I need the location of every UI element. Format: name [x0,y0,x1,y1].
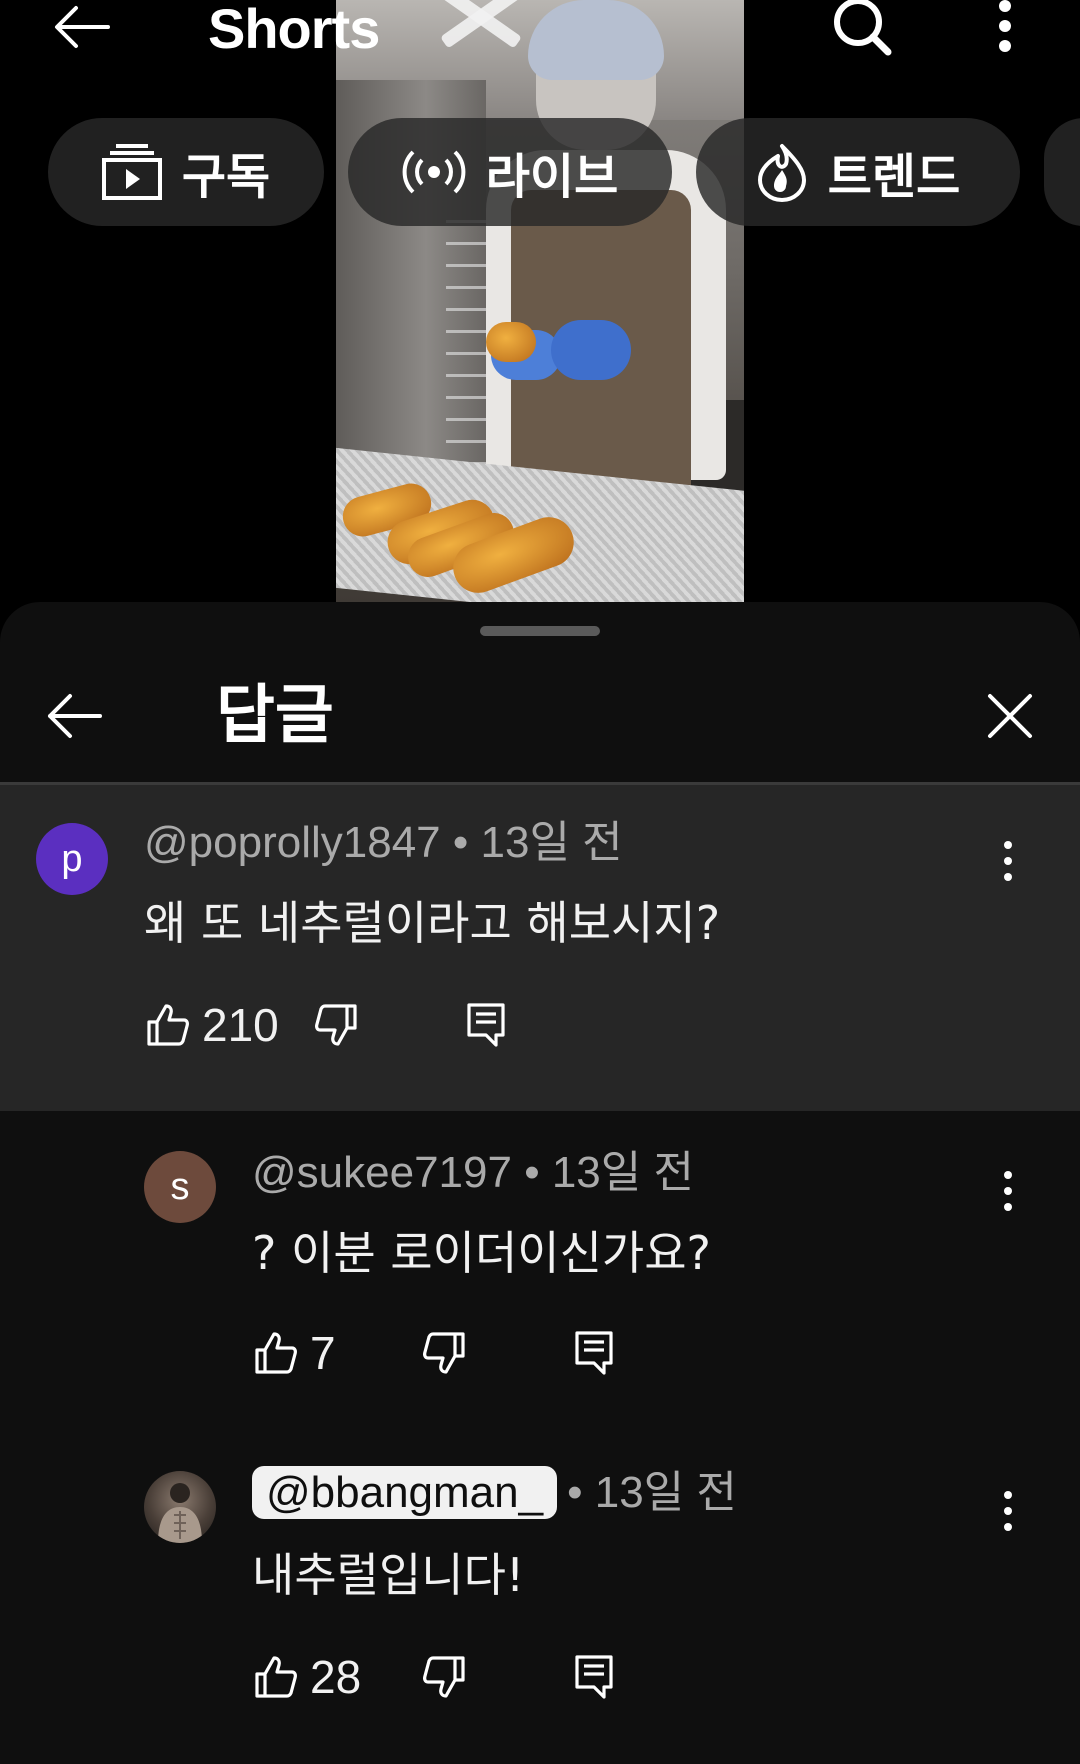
comment-actions: 210 [146,995,1046,1055]
comment-text: ? 이분 로이더이신가요? [252,1226,711,1280]
thumbs-down-icon [423,1332,465,1374]
comment-time: • 13일 전 [524,1148,694,1197]
creator-handle-badge[interactable]: @bbangman_ [252,1466,558,1519]
like-count: 7 [310,1327,336,1379]
like-button[interactable]: 7 [254,1323,336,1383]
comment-actions: 7 [254,1323,1054,1383]
reply-icon [467,1003,505,1047]
thumbs-up-icon [147,1004,189,1046]
thumbs-down-icon [423,1656,465,1698]
reply-icon [575,1331,613,1375]
video-glove [551,320,631,380]
drag-handle[interactable] [480,626,600,636]
sheet-header: 답글 [0,662,1080,782]
chip-label: 라이브 [485,149,619,205]
arrow-left-icon [48,694,102,738]
comment-more-button[interactable] [996,1161,1020,1221]
reply-comment: @bbangman_ • 13일 전 내추럴입니다! 28 [0,1431,1080,1761]
back-button[interactable] [52,2,112,52]
more-vert-icon [999,0,1011,52]
close-icon [988,694,1032,738]
thumbs-down-icon [315,1004,357,1046]
comment-time: • 13일 전 [452,818,623,867]
video-bread [486,322,536,362]
comment-meta: @bbangman_ • 13일 전 [252,1466,737,1519]
thumbs-up-icon [255,1332,297,1374]
comment-more-button[interactable] [996,831,1020,891]
more-vert-icon [1004,1491,1012,1531]
more-vert-icon [1004,1171,1012,1211]
live-icon [402,150,466,194]
avatar[interactable]: p [36,823,108,895]
like-button[interactable]: 28 [254,1647,361,1707]
reply-button[interactable] [574,1647,614,1707]
top-bar: Shorts [0,0,1080,60]
comment-text: 왜 또 네추럴이라고 해보시지? [144,896,721,950]
chip-bar: 구독 라이브 트렌드 [0,118,1080,228]
parent-comment: p @poprolly1847 • 13일 전 왜 또 네추럴이라고 해보시지?… [0,785,1080,1111]
avatar-letter: s [170,1165,190,1208]
close-button[interactable] [980,686,1040,746]
like-button[interactable]: 210 [146,995,279,1055]
page-title: Shorts [208,0,380,60]
like-count: 28 [310,1651,362,1703]
dislike-button[interactable] [422,1647,466,1707]
sheet-back-button[interactable] [44,686,104,746]
avatar[interactable] [144,1471,216,1543]
more-vert-icon [1004,841,1012,881]
video-player[interactable] [336,0,744,602]
subscriptions-icon [101,144,162,200]
comment-author[interactable]: @sukee7197 [252,1148,512,1197]
comment-text: 내추럴입니다! [252,1548,525,1602]
reply-button[interactable] [466,995,506,1055]
more-options-button[interactable] [990,0,1020,56]
reply-comment: s @sukee7197 • 13일 전 ? 이분 로이더이신가요? 7 [0,1111,1080,1431]
replies-sheet: 답글 p @poprolly1847 • 13일 전 왜 또 네추럴이라고 해보… [0,602,1080,1764]
search-button[interactable] [830,0,896,56]
dislike-button[interactable] [422,1323,466,1383]
comment-time: • 13일 전 [567,1468,737,1517]
reply-button[interactable] [574,1323,614,1383]
chip-live[interactable]: 라이브 [348,118,672,226]
avatar[interactable]: s [144,1151,216,1223]
chip-subscriptions[interactable]: 구독 [48,118,324,226]
reply-icon [575,1655,613,1699]
avatar-photo-icon [158,1483,202,1543]
search-icon [834,0,892,56]
comment-meta: @poprolly1847 • 13일 전 [144,817,623,869]
comment-actions: 28 [254,1647,1054,1707]
comment-author[interactable]: @poprolly1847 [144,818,441,867]
arrow-left-icon [55,6,110,48]
chip-label: 구독 [181,149,271,205]
chip-label: 트렌드 [827,149,961,205]
avatar-letter: p [61,837,83,880]
dislike-button[interactable] [314,995,358,1055]
sheet-title: 답글 [216,679,334,753]
chip-trending[interactable]: 트렌드 [696,118,1020,226]
comment-meta: @sukee7197 • 13일 전 [252,1147,694,1199]
trending-icon [757,144,806,202]
like-count: 210 [202,999,279,1051]
chip-more[interactable] [1044,118,1080,226]
thumbs-up-icon [255,1656,297,1698]
comment-more-button[interactable] [996,1481,1020,1541]
